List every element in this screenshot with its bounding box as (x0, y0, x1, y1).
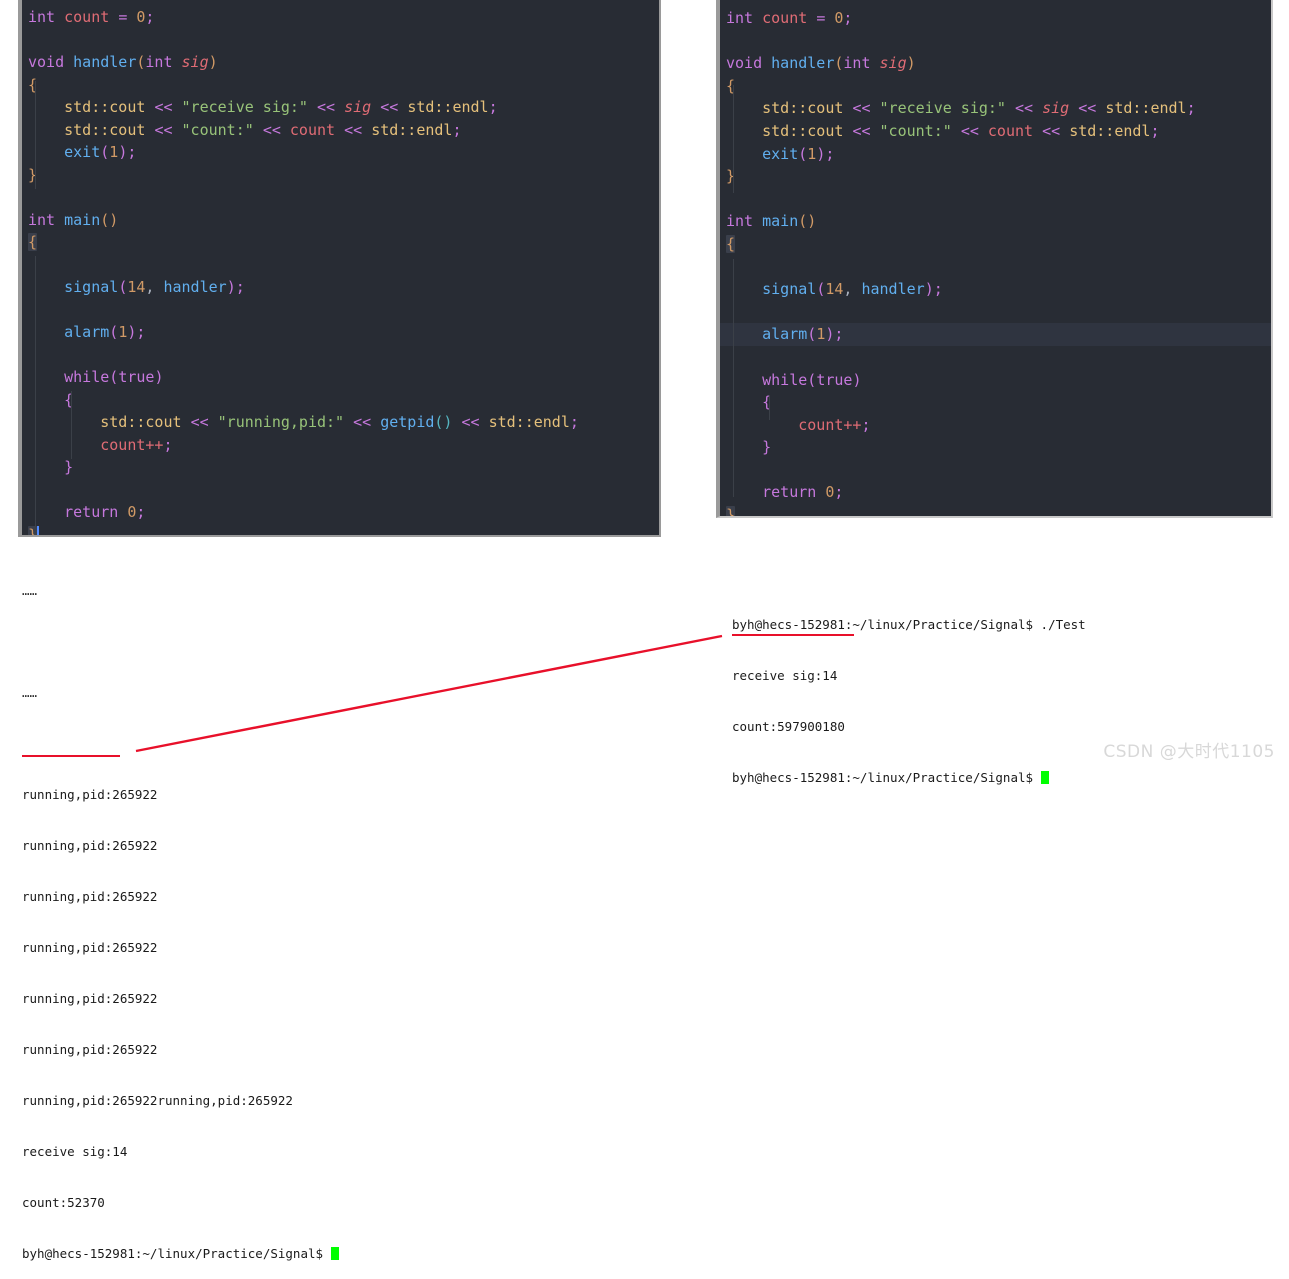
underline-right-count (732, 634, 854, 636)
terminal-line: running,pid:265922 (22, 787, 158, 802)
terminal-output-left[interactable]: …… …… running,pid:265922 running,pid:265… (22, 548, 339, 1279)
code-line: } (726, 167, 736, 186)
code-line: std::cout << "receive sig:" << sig << st… (64, 98, 498, 116)
code-line: int main() (28, 210, 119, 229)
code-line: exit(1); (64, 143, 137, 161)
terminal-output-right[interactable]: byh@hecs-152981:~/linux/Practice/Signal$… (732, 582, 1086, 803)
code-line: { (28, 75, 38, 94)
terminal-command-line: byh@hecs-152981:~/linux/Practice/Signal$… (732, 617, 1086, 632)
code-line: int count = 0; (726, 9, 853, 27)
underline-left-count (22, 755, 120, 757)
terminal-prompt: byh@hecs-152981:~/linux/Practice/Signal$ (732, 770, 1041, 785)
indent-guide (733, 85, 734, 193)
code-line: return 0; (762, 483, 844, 502)
code-line-highlighted: alarm(1); (720, 323, 1271, 346)
terminal-cursor (330, 1247, 339, 1260)
code-line: exit(1); (762, 144, 835, 163)
code-line: std::cout << "receive sig:" << sig << st… (762, 99, 1196, 118)
code-editor-right-content: int count = 0; void handler(int sig) { s… (720, 7, 1271, 516)
terminal-line: running,pid:265922 (22, 838, 158, 853)
code-line: signal(14, handler); (762, 280, 943, 299)
terminal-line: running,pid:265922 (22, 991, 158, 1006)
terminal-line: receive sig:14 (732, 668, 838, 683)
code-line: while(true) (64, 368, 164, 386)
terminal-line: …… (22, 685, 38, 700)
code-line: void handler(int sig) (28, 53, 218, 71)
code-line: signal(14, handler); (64, 278, 245, 296)
code-editor-left[interactable]: int count = 0; void handler(int sig) { s… (18, 0, 661, 537)
code-line: { (726, 234, 736, 253)
code-line: } (22, 524, 659, 535)
code-line: count++; (798, 415, 871, 434)
indent-guide (35, 256, 36, 535)
code-line: { (762, 393, 772, 412)
code-line: std::cout << "count:" << count << std::e… (64, 120, 462, 139)
code-line: { (726, 76, 736, 95)
terminal-prompt-line: byh@hecs-152981:~/linux/Practice/Signal$ (22, 1245, 339, 1262)
terminal-prompt: byh@hecs-152981:~/linux/Practice/Signal$ (22, 1246, 331, 1261)
code-line: { (28, 233, 38, 251)
terminal-line-count-value: count:52370 (22, 1195, 105, 1210)
code-line: int count = 0; (28, 8, 155, 26)
code-line: } (28, 165, 38, 184)
indent-guide (71, 391, 72, 459)
code-line: while(true) (762, 370, 862, 389)
code-line: } (762, 438, 772, 457)
terminal-line: …… (22, 583, 38, 598)
code-line: return 0; (64, 503, 146, 521)
code-line: std::cout << "count:" << count << std::e… (762, 121, 1160, 140)
text-caret (37, 525, 40, 535)
code-line: } (64, 458, 74, 476)
terminal-line: running,pid:265922 (22, 889, 158, 904)
terminal-line: running,pid:265922 (22, 1042, 158, 1057)
code-line: int main() (726, 212, 817, 231)
code-line: } (720, 504, 1271, 516)
terminal-line: running,pid:265922 (22, 940, 158, 955)
terminal-line-count-value: count:597900180 (732, 719, 845, 734)
terminal-line: receive sig:14 (22, 1144, 128, 1159)
code-line: alarm(1); (64, 323, 146, 341)
code-editor-left-content: int count = 0; void handler(int sig) { s… (22, 6, 659, 535)
csdn-watermark: CSDN @大时代1105 (1103, 742, 1275, 762)
terminal-cursor (1040, 771, 1049, 784)
code-editor-right[interactable]: int count = 0; void handler(int sig) { s… (716, 0, 1273, 518)
code-line: { (64, 390, 74, 409)
indent-guide (769, 395, 770, 420)
terminal-prompt-line: byh@hecs-152981:~/linux/Practice/Signal$ (732, 769, 1086, 786)
code-line: void handler(int sig) (726, 54, 916, 73)
code-line: count++; (100, 435, 173, 454)
terminal-line: running,pid:265922running,pid:265922 (22, 1093, 293, 1108)
indent-guide (35, 81, 36, 189)
indent-guide (733, 259, 734, 497)
code-line: std::cout << "running,pid:" << getpid() … (100, 413, 579, 431)
